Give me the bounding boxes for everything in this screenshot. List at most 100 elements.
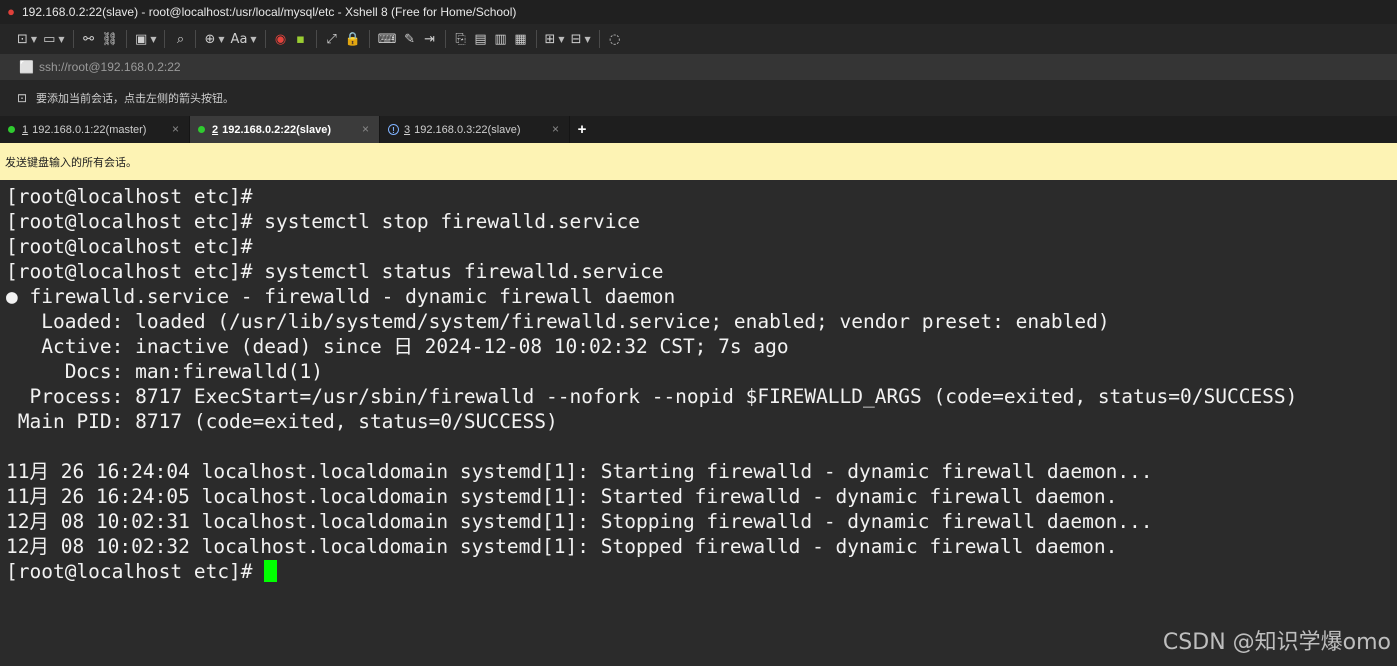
new-session-icon: ⊡	[17, 31, 28, 47]
add-session-arrow-icon[interactable]: ⊡	[17, 91, 33, 105]
help-button[interactable]: ◌	[605, 28, 625, 50]
session-hint-bar: ⊡ 要添加当前会话，点击左侧的箭头按钮。	[0, 80, 1397, 116]
title-bar: ● 192.168.0.2:22(slave) - root@localhost…	[0, 0, 1397, 24]
address-bar[interactable]: ⬜ ssh://root@192.168.0.2:22	[0, 54, 1397, 80]
toolbar-separator	[195, 30, 197, 48]
close-icon[interactable]: ×	[362, 122, 369, 136]
session-properties-icon: ▣	[135, 31, 148, 47]
compose-all-icon: ▥	[494, 31, 507, 47]
find-icon: ⌕	[176, 31, 185, 47]
close-icon[interactable]: ×	[552, 122, 559, 136]
toolbar-separator	[72, 30, 74, 48]
connect-button[interactable]: ⚯	[79, 28, 99, 50]
dropdown-arrow-icon[interactable]: ▼	[558, 35, 564, 44]
session-properties-button[interactable]: ▣ ▼	[132, 28, 159, 50]
terminal-line: 11月 26 16:24:04 localhost.localdomain sy…	[6, 460, 1153, 483]
toolbar: ⊡ ▼ ▭ ▼ ⚯ ⛓ ▣ ▼ ⌕ ⊕ ▼ Aa ▼ ◉ ▪ ⤢ 🔒 ⌨ ✎ ⇥ ⎘ ▤ ▥ ▦ ⊞ ▼ ⊟ ▼ ◌	[0, 24, 1397, 54]
session-tab-3[interactable]: ! 3 192.168.0.3:22(slave) ×	[380, 116, 570, 143]
layout-button[interactable]: ⊟ ▼	[568, 28, 594, 50]
prompt-text: [root@localhost etc]#	[6, 560, 265, 583]
xftp-green-icon: ▪	[296, 31, 305, 47]
dropdown-arrow-icon[interactable]: ▼	[250, 35, 256, 44]
disconnect-button[interactable]: ⛓	[99, 28, 122, 50]
tab-label: 192.168.0.3:22(slave)	[414, 123, 521, 136]
add-tab-group-button[interactable]: ⊞ ▼	[542, 28, 568, 50]
pen-button[interactable]: ✎	[400, 28, 420, 50]
toolbar-separator	[264, 30, 266, 48]
layout-icon: ⊟	[570, 31, 582, 47]
terminal-line: Main PID: 8717 (code=exited, status=0/SU…	[6, 410, 558, 433]
new-session-button[interactable]: ⊡ ▼	[14, 28, 40, 50]
window-title: 192.168.0.2:22(slave) - root@localhost:/…	[22, 5, 517, 19]
tab-number: 1	[22, 123, 29, 136]
dropdown-arrow-icon[interactable]: ▼	[58, 35, 64, 44]
open-folder-icon: ▭	[43, 31, 56, 47]
compose-all-button[interactable]: ▥	[491, 28, 511, 50]
terminal-prompt-line[interactable]: [root@localhost etc]#	[6, 559, 1397, 584]
encoding-globe-icon: ⊕	[204, 31, 216, 47]
terminal-cursor	[264, 560, 278, 582]
notes-button[interactable]: ▦	[511, 28, 531, 50]
dropdown-arrow-icon[interactable]: ▼	[584, 35, 590, 44]
add-tab-group-icon: ⊞	[544, 31, 556, 47]
compose-button[interactable]: ▤	[471, 28, 491, 50]
new-tab-button[interactable]: +	[570, 116, 594, 143]
fullscreen-button[interactable]: ⤢	[322, 28, 342, 50]
terminal-line: Process: 8717 ExecStart=/usr/sbin/firewa…	[6, 385, 1298, 408]
dropdown-arrow-icon[interactable]: ▼	[31, 35, 37, 44]
disconnect-icon: ⛓	[101, 31, 119, 47]
dropdown-arrow-icon[interactable]: ▼	[150, 35, 156, 44]
terminal[interactable]: [root@localhost etc]# [root@localhost etc…	[0, 180, 1397, 666]
lock-icon: 🔒	[344, 31, 361, 47]
transfer-icon: ⇥	[424, 31, 435, 47]
terminal-line: Loaded: loaded (/usr/lib/systemd/system/…	[6, 310, 1110, 333]
terminal-line: [root@localhost etc]# systemctl stop fir…	[6, 210, 640, 233]
connect-icon: ⚯	[83, 31, 94, 47]
font-button[interactable]: Aa ▼	[228, 28, 260, 50]
font-icon: Aa	[230, 31, 248, 47]
help-icon: ◌	[608, 31, 621, 47]
terminal-line: [root@localhost etc]#	[6, 235, 253, 258]
keyboard-icon: ⌨	[377, 31, 397, 47]
open-folder-button[interactable]: ▭ ▼	[40, 28, 67, 50]
notes-icon: ▦	[514, 31, 527, 47]
pen-icon: ✎	[404, 31, 415, 47]
encoding-globe-button[interactable]: ⊕ ▼	[201, 28, 227, 50]
dropdown-arrow-icon[interactable]: ▼	[218, 35, 224, 44]
xftp-green-button[interactable]: ▪	[291, 28, 311, 50]
find-button[interactable]: ⌕	[170, 28, 190, 50]
toolbar-separator	[598, 30, 600, 48]
toolbar-separator	[444, 30, 446, 48]
session-tab-bar: 1 192.168.0.1:22(master) × 2 192.168.0.2:22(…	[0, 116, 1397, 143]
lock-icon: ⬜	[19, 60, 34, 74]
xshell-red-icon: ◉	[274, 31, 287, 47]
terminal-line: [root@localhost etc]# systemctl status f…	[6, 260, 664, 283]
fullscreen-icon: ⤢	[326, 31, 337, 47]
send-to-all-bar: 发送键盘输入的所有会话。	[0, 143, 1397, 180]
tab-label: 192.168.0.2:22(slave)	[222, 123, 331, 136]
session-tab-1[interactable]: 1 192.168.0.1:22(master) ×	[0, 116, 190, 143]
close-icon[interactable]: ×	[172, 122, 179, 136]
terminal-line: 12月 08 10:02:31 localhost.localdomain sy…	[6, 510, 1153, 533]
lock-button[interactable]: 🔒	[342, 28, 364, 50]
terminal-line: ● firewalld.service - firewalld - dynami…	[6, 285, 676, 308]
terminal-line: 11月 26 16:24:05 localhost.localdomain sy…	[6, 485, 1118, 508]
connected-status-icon	[8, 126, 15, 133]
script-icon: ⎘	[455, 31, 466, 47]
xshell-red-button[interactable]: ◉	[271, 28, 291, 50]
terminal-line: [root@localhost etc]#	[6, 185, 253, 208]
toolbar-separator	[368, 30, 370, 48]
send-to-all-text: 发送键盘输入的所有会话。	[5, 156, 137, 169]
address-text[interactable]: ssh://root@192.168.0.2:22	[39, 60, 181, 74]
xshell-shell-icon[interactable]: ●	[4, 5, 18, 19]
toolbar-separator	[315, 30, 317, 48]
session-tab-2[interactable]: 2 192.168.0.2:22(slave) ×	[190, 116, 380, 143]
hint-text: 要添加当前会话，点击左侧的箭头按钮。	[36, 93, 234, 105]
compose-icon: ▤	[474, 31, 487, 47]
terminal-line: 12月 08 10:02:32 localhost.localdomain sy…	[6, 535, 1118, 558]
transfer-button[interactable]: ⇥	[420, 28, 440, 50]
terminal-line: Active: inactive (dead) since 日 2024-12-…	[6, 335, 789, 358]
keyboard-button[interactable]: ⌨	[375, 28, 400, 50]
script-button[interactable]: ⎘	[451, 28, 471, 50]
